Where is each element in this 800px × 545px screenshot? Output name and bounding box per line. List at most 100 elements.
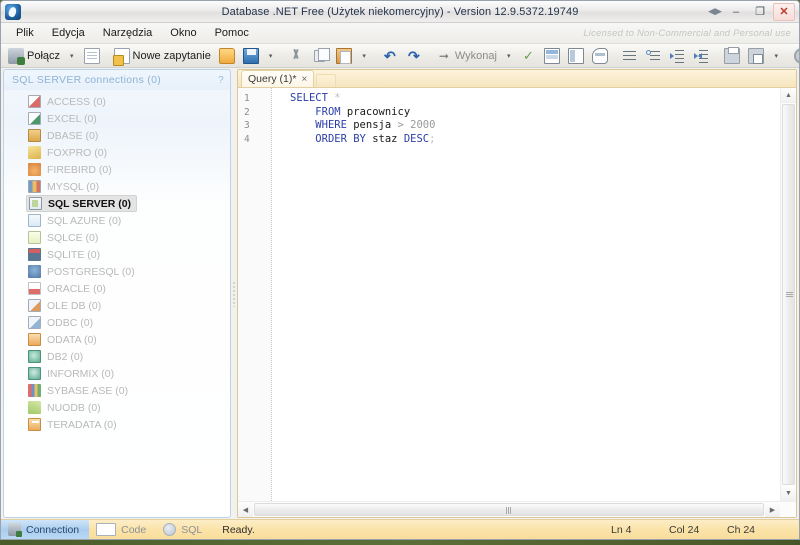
print-button[interactable]	[720, 46, 744, 66]
sidebar-item-label: SQLITE (0)	[47, 248, 101, 261]
plug-icon	[8, 47, 25, 65]
connection-properties-button[interactable]	[80, 46, 104, 66]
sidebar-item-mysql[interactable]: MYSQL (0)	[4, 178, 230, 195]
paste-button[interactable]	[332, 46, 356, 66]
sidebar-item-content: SQLITE (0)	[26, 247, 105, 262]
sidebar-item-db2[interactable]: DB2 (0)	[4, 348, 230, 365]
sidebar-item-foxpro[interactable]: FOXPRO (0)	[4, 144, 230, 161]
grid-columns-icon	[568, 47, 585, 64]
new-query-button[interactable]: Nowe zapytanie	[110, 46, 215, 66]
postgresql-icon	[28, 265, 41, 278]
menu-item-edit[interactable]: Edycja	[43, 25, 94, 41]
sidebar-item-dbase[interactable]: DBASE (0)	[4, 127, 230, 144]
results-grid-button[interactable]	[540, 46, 564, 66]
copy-button[interactable]	[308, 46, 332, 66]
options-button[interactable]	[790, 46, 799, 66]
sidebar-item-sybase-ase[interactable]: SYBASE ASE (0)	[4, 382, 230, 399]
toolbar: Połącz ▾ Nowe zapytanie ▾ ▾ ↶ ↷ ➞ Wykona…	[1, 44, 799, 68]
sidebar-item-odbc[interactable]: ODBC (0)	[4, 314, 230, 331]
format-lines-button[interactable]	[618, 46, 642, 66]
sidebar-item-sqlce[interactable]: SQLCE (0)	[4, 229, 230, 246]
connect-dropdown[interactable]: ▾	[64, 46, 80, 66]
sidebar-item-teradata[interactable]: TERADATA (0)	[4, 416, 230, 433]
sidebar-item-access[interactable]: ACCESS (0)	[4, 93, 230, 110]
horizontal-scroll-thumb[interactable]	[254, 503, 764, 516]
save-button[interactable]	[239, 46, 263, 66]
execute-dropdown[interactable]: ▾	[501, 46, 517, 66]
scroll-down-arrow-icon[interactable]: ▼	[781, 486, 796, 501]
scroll-right-arrow-icon[interactable]: ▶	[765, 502, 780, 517]
sidebar-item-label: POSTGRESQL (0)	[47, 265, 135, 278]
indent-button[interactable]	[666, 46, 690, 66]
sidebar-item-label: OLE DB (0)	[47, 299, 102, 312]
status-tab-code[interactable]: Code	[89, 520, 156, 540]
menu-item-tools[interactable]: Narzędzia	[94, 25, 162, 41]
close-icon[interactable]: ×	[301, 74, 307, 85]
cut-button[interactable]	[284, 46, 308, 66]
menu-item-help[interactable]: Pomoc	[206, 25, 258, 41]
panel-splitter[interactable]	[231, 68, 237, 519]
close-button[interactable]: ✕	[773, 2, 795, 21]
sidebar-item-ole-db[interactable]: OLE DB (0)	[4, 297, 230, 314]
lines-icon	[622, 48, 638, 64]
sidebar-help-icon[interactable]: ?	[218, 75, 224, 86]
print-preview-button[interactable]	[744, 46, 768, 66]
tab-label: Query (1)*	[248, 73, 297, 85]
verify-sql-button[interactable]: ✓	[516, 46, 540, 66]
desktop-taskbar-strip	[0, 540, 800, 545]
scroll-up-arrow-icon[interactable]: ▲	[781, 88, 796, 103]
execute-button[interactable]: ➞ Wykonaj	[432, 46, 501, 66]
save-dropdown[interactable]: ▾	[263, 46, 279, 66]
editor-horizontal-scrollbar[interactable]: ◀ ▶	[238, 501, 796, 517]
sidebar-item-odata[interactable]: ODATA (0)	[4, 331, 230, 348]
vertical-scroll-thumb[interactable]	[782, 104, 795, 485]
firebird-icon	[28, 163, 41, 176]
connect-button[interactable]: Połącz	[4, 46, 64, 66]
menu-item-window[interactable]: Okno	[161, 25, 205, 41]
print-preview-dropdown[interactable]: ▾	[768, 46, 784, 66]
sql-code-text[interactable]: SELECT * FROM pracownicy WHERE pensja > …	[272, 88, 780, 501]
sidebar-item-nuodb[interactable]: NUODB (0)	[4, 399, 230, 416]
new-tab-button[interactable]	[316, 74, 337, 87]
menu-item-file[interactable]: Plik	[7, 25, 43, 41]
maximize-button[interactable]: ❐	[749, 3, 771, 21]
minimize-button[interactable]: –	[725, 3, 747, 21]
copy-icon	[312, 47, 331, 64]
sidebar-item-content: DB2 (0)	[26, 349, 88, 364]
outdent-button[interactable]	[690, 46, 714, 66]
results-pane-button[interactable]	[564, 46, 588, 66]
status-tab-sql[interactable]: SQL	[156, 520, 212, 540]
sidebar-item-content: TERADATA (0)	[26, 417, 122, 432]
restore-arrows-icon[interactable]: ◀▶	[707, 3, 723, 21]
sidebar-item-sql-azure[interactable]: SQL AZURE (0)	[4, 212, 230, 229]
license-notice: Licensed to Non-Commercial and Personal …	[583, 27, 791, 39]
paste-dropdown[interactable]: ▾	[356, 46, 372, 66]
indent-icon	[670, 48, 686, 64]
tab-query-1[interactable]: Query (1)* ×	[241, 70, 315, 87]
sidebar-item-content: SQL AZURE (0)	[26, 213, 126, 228]
chevron-down-icon: ▾	[362, 52, 366, 60]
redo-button[interactable]: ↷	[402, 46, 426, 66]
status-character-indicator: Ch 24	[727, 523, 756, 536]
sidebar-item-firebird[interactable]: FIREBIRD (0)	[4, 161, 230, 178]
sidebar-item-sql-server[interactable]: SQL SERVER (0)	[4, 195, 230, 212]
open-button[interactable]	[215, 46, 239, 66]
sidebar-item-sqlite[interactable]: SQLITE (0)	[4, 246, 230, 263]
query-editor-pane: Query (1)* × 1 2 3 4 SELECT * FROM pracowni…	[237, 69, 797, 518]
sidebar-item-informix[interactable]: INFORMIX (0)	[4, 365, 230, 382]
sidebar-item-label: SQL AZURE (0)	[47, 214, 122, 227]
menu-bar: Plik Edycja Narzędzia Okno Pomoc License…	[1, 23, 799, 44]
editor-vertical-scrollbar[interactable]: ▲ ▼	[780, 88, 796, 501]
sidebar-item-label: SQL SERVER (0)	[48, 197, 132, 210]
sidebar-item-excel[interactable]: EXCEL (0)	[4, 110, 230, 127]
sidebar-item-content: OLE DB (0)	[26, 298, 106, 313]
status-tab-connection[interactable]: Connection	[1, 519, 90, 539]
scroll-left-arrow-icon[interactable]: ◀	[238, 502, 253, 517]
results-message-button[interactable]	[588, 46, 612, 66]
undo-button[interactable]: ↶	[378, 46, 402, 66]
outdent-icon	[694, 48, 710, 64]
format-list-button[interactable]	[642, 46, 666, 66]
sidebar-item-postgresql[interactable]: POSTGRESQL (0)	[4, 263, 230, 280]
status-bar: Connection Code SQL Ready. Ln 4 Col 24 C…	[1, 519, 799, 539]
sidebar-item-oracle[interactable]: ORACLE (0)	[4, 280, 230, 297]
